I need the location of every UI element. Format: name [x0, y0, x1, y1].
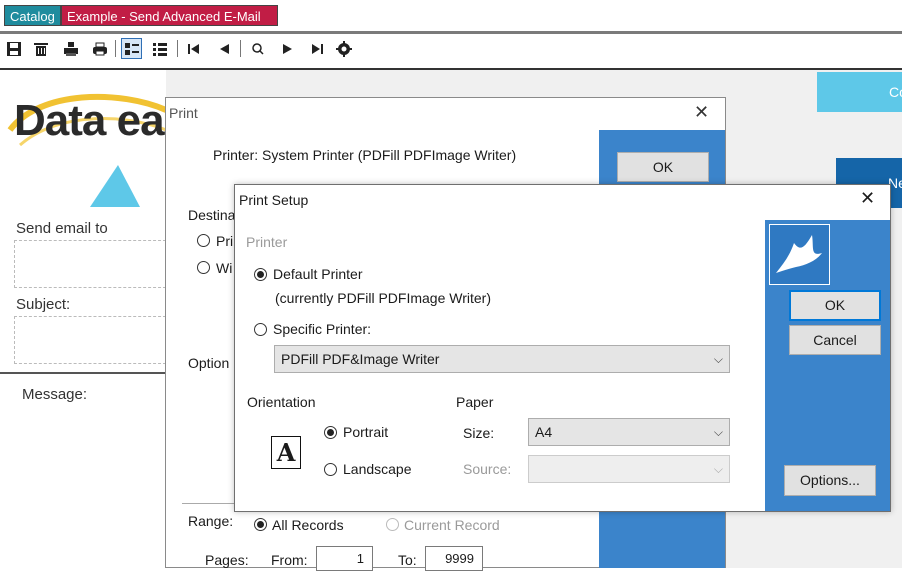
current-record-radio[interactable]: [386, 518, 399, 531]
landscape-radio[interactable]: [324, 463, 337, 476]
to-label: To:: [398, 552, 417, 568]
report-toolbar: [0, 34, 902, 70]
chevron-down-icon: ⌵: [713, 352, 723, 366]
toolbar-separator: [115, 40, 116, 57]
paper-source-select[interactable]: ⌵: [528, 455, 730, 483]
delete-icon[interactable]: [30, 38, 51, 59]
settings-icon[interactable]: [333, 38, 354, 59]
message-area: Message:: [0, 372, 166, 570]
to-page-input[interactable]: 9999: [425, 546, 483, 571]
message-label: Message:: [22, 386, 88, 403]
tab-example-send-email[interactable]: Example - Send Advanced E-Mail: [61, 5, 278, 26]
from-page-input[interactable]: 1: [316, 546, 373, 571]
toolbar-separator: [240, 40, 241, 57]
print-setup-title: Print Setup: [239, 192, 309, 208]
specific-printer-radio[interactable]: [254, 323, 267, 336]
list-icon[interactable]: [149, 38, 170, 59]
destination-label: Destina: [188, 207, 236, 223]
portrait-document-icon: A: [271, 436, 301, 469]
current-printer-text: (currently PDFill PDFImage Writer): [275, 290, 491, 306]
prev-page-icon[interactable]: [213, 38, 234, 59]
close-icon[interactable]: ✕: [694, 102, 709, 123]
setup-cancel-button[interactable]: Cancel: [789, 325, 881, 355]
size-label: Size:: [463, 425, 495, 441]
last-page-icon[interactable]: [306, 38, 327, 59]
tab-strip: Catalog Example - Send Advanced E-Mail: [0, 0, 902, 34]
next-page-icon[interactable]: [277, 38, 298, 59]
top-right-button[interactable]: Co: [817, 72, 902, 112]
default-printer-label: Default Printer: [273, 266, 363, 282]
options-label: Option: [188, 355, 230, 371]
paper-size-value: A4: [535, 424, 553, 440]
print-preview-icon[interactable]: [60, 38, 81, 59]
pages-label: Pages:: [205, 552, 249, 568]
portrait-label: Portrait: [343, 424, 389, 440]
paper-size-select[interactable]: A4 ⌵: [528, 418, 730, 446]
destination-window-radio[interactable]: [197, 261, 210, 274]
orientation-group-label: Orientation: [247, 394, 316, 410]
printer-group-label: Printer: [246, 234, 288, 250]
printer-select-value: PDFill PDF&Image Writer: [281, 351, 440, 367]
printer-icon[interactable]: [89, 38, 110, 59]
zoom-icon[interactable]: [247, 38, 268, 59]
print-ok-button[interactable]: OK: [617, 152, 709, 182]
default-printer-radio[interactable]: [254, 268, 267, 281]
subject-label: Subject:: [16, 296, 71, 313]
logo-text: Data ea: [14, 96, 165, 145]
all-records-label: All Records: [272, 517, 344, 533]
tab-catalog[interactable]: Catalog: [4, 5, 61, 26]
details-icon[interactable]: [121, 38, 142, 59]
send-email-label: Send email to: [16, 220, 108, 237]
current-record-label: Current Record: [404, 517, 500, 533]
setup-options-button[interactable]: Options...: [784, 465, 876, 496]
first-page-icon[interactable]: [183, 38, 204, 59]
from-label: From:: [271, 552, 308, 568]
all-records-radio[interactable]: [254, 518, 267, 531]
print-printer-line: Printer: System Printer (PDFill PDFImage…: [213, 147, 517, 163]
destination-window-label: Wi: [216, 260, 233, 276]
print-dialog-title: Print: [169, 105, 198, 121]
save-icon[interactable]: [3, 38, 24, 59]
specific-printer-label: Specific Printer:: [273, 321, 372, 337]
bird-logo-icon: [769, 224, 830, 285]
printer-select[interactable]: PDFill PDF&Image Writer ⌵: [274, 345, 730, 373]
portrait-radio[interactable]: [324, 426, 337, 439]
landscape-label: Landscape: [343, 461, 412, 477]
subject-field[interactable]: [14, 316, 166, 364]
setup-ok-button[interactable]: OK: [789, 290, 881, 321]
close-icon[interactable]: ✕: [860, 188, 875, 209]
destination-printer-label: Pri: [216, 233, 234, 249]
chevron-down-icon: ⌵: [713, 462, 723, 476]
range-label: Range:: [188, 513, 234, 529]
send-email-field[interactable]: [14, 240, 166, 288]
source-label: Source:: [463, 461, 512, 477]
destination-printer-radio[interactable]: [197, 234, 210, 247]
paper-group-label: Paper: [456, 394, 494, 410]
chevron-down-icon: ⌵: [713, 425, 723, 439]
toolbar-separator: [177, 40, 178, 57]
